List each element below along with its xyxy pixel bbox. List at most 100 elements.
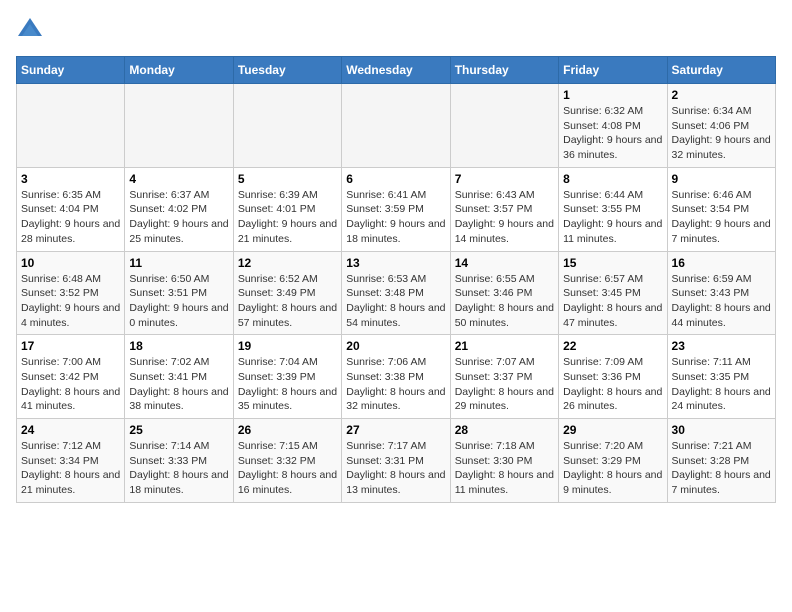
day-info: Sunrise: 6:55 AM Sunset: 3:46 PM Dayligh… <box>455 272 554 331</box>
day-number: 4 <box>129 172 228 186</box>
day-number: 30 <box>672 423 771 437</box>
day-info: Sunrise: 7:04 AM Sunset: 3:39 PM Dayligh… <box>238 355 337 414</box>
day-number: 18 <box>129 339 228 353</box>
day-info: Sunrise: 6:50 AM Sunset: 3:51 PM Dayligh… <box>129 272 228 331</box>
day-number: 8 <box>563 172 662 186</box>
day-number: 14 <box>455 256 554 270</box>
logo-icon <box>16 16 44 44</box>
day-cell: 17 Sunrise: 7:00 AM Sunset: 3:42 PM Dayli… <box>17 335 125 419</box>
day-number: 20 <box>346 339 445 353</box>
day-info: Sunrise: 6:35 AM Sunset: 4:04 PM Dayligh… <box>21 188 120 247</box>
day-cell: 7 Sunrise: 6:43 AM Sunset: 3:57 PM Daylig… <box>450 167 558 251</box>
day-number: 12 <box>238 256 337 270</box>
day-info: Sunrise: 7:07 AM Sunset: 3:37 PM Dayligh… <box>455 355 554 414</box>
day-cell: 10 Sunrise: 6:48 AM Sunset: 3:52 PM Dayli… <box>17 251 125 335</box>
day-number: 22 <box>563 339 662 353</box>
header-row: SundayMondayTuesdayWednesdayThursdayFrid… <box>17 57 776 84</box>
header-cell-thursday: Thursday <box>450 57 558 84</box>
day-cell: 8Sunrise: 6:44 AM Sunset: 3:55 PM Daylig… <box>559 167 667 251</box>
calendar-body: 1Sunrise: 6:32 AM Sunset: 4:08 PM Daylig… <box>17 84 776 503</box>
day-cell: 2 Sunrise: 6:34 AM Sunset: 4:06 PM Daylig… <box>667 84 775 168</box>
logo <box>16 16 48 44</box>
header-cell-wednesday: Wednesday <box>342 57 450 84</box>
day-number: 15 <box>563 256 662 270</box>
day-number: 17 <box>21 339 120 353</box>
day-info: Sunrise: 7:06 AM Sunset: 3:38 PM Dayligh… <box>346 355 445 414</box>
day-number: 26 <box>238 423 337 437</box>
day-cell <box>17 84 125 168</box>
day-info: Sunrise: 7:20 AM Sunset: 3:29 PM Dayligh… <box>563 439 662 498</box>
day-number: 25 <box>129 423 228 437</box>
day-number: 7 <box>455 172 554 186</box>
day-number: 27 <box>346 423 445 437</box>
day-info: Sunrise: 6:53 AM Sunset: 3:48 PM Dayligh… <box>346 272 445 331</box>
day-info: Sunrise: 7:18 AM Sunset: 3:30 PM Dayligh… <box>455 439 554 498</box>
day-info: Sunrise: 7:12 AM Sunset: 3:34 PM Dayligh… <box>21 439 120 498</box>
day-info: Sunrise: 7:15 AM Sunset: 3:32 PM Dayligh… <box>238 439 337 498</box>
day-number: 2 <box>672 88 771 102</box>
day-cell: 11Sunrise: 6:50 AM Sunset: 3:51 PM Dayli… <box>125 251 233 335</box>
day-info: Sunrise: 6:39 AM Sunset: 4:01 PM Dayligh… <box>238 188 337 247</box>
day-number: 24 <box>21 423 120 437</box>
day-number: 23 <box>672 339 771 353</box>
header-cell-saturday: Saturday <box>667 57 775 84</box>
week-row: 1Sunrise: 6:32 AM Sunset: 4:08 PM Daylig… <box>17 84 776 168</box>
week-row: 24 Sunrise: 7:12 AM Sunset: 3:34 PM Dayli… <box>17 419 776 503</box>
day-cell: 15 Sunrise: 6:57 AM Sunset: 3:45 PM Dayli… <box>559 251 667 335</box>
day-cell: 1Sunrise: 6:32 AM Sunset: 4:08 PM Daylig… <box>559 84 667 168</box>
day-cell: 26 Sunrise: 7:15 AM Sunset: 3:32 PM Dayli… <box>233 419 341 503</box>
day-cell: 28Sunrise: 7:18 AM Sunset: 3:30 PM Dayli… <box>450 419 558 503</box>
week-row: 3 Sunrise: 6:35 AM Sunset: 4:04 PM Daylig… <box>17 167 776 251</box>
day-info: Sunrise: 6:46 AM Sunset: 3:54 PM Dayligh… <box>672 188 771 247</box>
day-cell: 24 Sunrise: 7:12 AM Sunset: 3:34 PM Dayli… <box>17 419 125 503</box>
day-info: Sunrise: 7:02 AM Sunset: 3:41 PM Dayligh… <box>129 355 228 414</box>
day-info: Sunrise: 7:00 AM Sunset: 3:42 PM Dayligh… <box>21 355 120 414</box>
day-cell: 19 Sunrise: 7:04 AM Sunset: 3:39 PM Dayli… <box>233 335 341 419</box>
week-row: 10 Sunrise: 6:48 AM Sunset: 3:52 PM Dayli… <box>17 251 776 335</box>
day-number: 16 <box>672 256 771 270</box>
header-cell-friday: Friday <box>559 57 667 84</box>
calendar-header: SundayMondayTuesdayWednesdayThursdayFrid… <box>17 57 776 84</box>
day-cell: 12 Sunrise: 6:52 AM Sunset: 3:49 PM Dayli… <box>233 251 341 335</box>
day-info: Sunrise: 7:17 AM Sunset: 3:31 PM Dayligh… <box>346 439 445 498</box>
page-header <box>16 16 776 44</box>
day-cell: 3 Sunrise: 6:35 AM Sunset: 4:04 PM Daylig… <box>17 167 125 251</box>
day-cell: 30 Sunrise: 7:21 AM Sunset: 3:28 PM Dayli… <box>667 419 775 503</box>
day-cell <box>233 84 341 168</box>
day-info: Sunrise: 7:21 AM Sunset: 3:28 PM Dayligh… <box>672 439 771 498</box>
day-number: 19 <box>238 339 337 353</box>
day-cell: 21 Sunrise: 7:07 AM Sunset: 3:37 PM Dayli… <box>450 335 558 419</box>
day-cell: 5Sunrise: 6:39 AM Sunset: 4:01 PM Daylig… <box>233 167 341 251</box>
day-info: Sunrise: 6:57 AM Sunset: 3:45 PM Dayligh… <box>563 272 662 331</box>
day-info: Sunrise: 6:59 AM Sunset: 3:43 PM Dayligh… <box>672 272 771 331</box>
day-info: Sunrise: 6:34 AM Sunset: 4:06 PM Dayligh… <box>672 104 771 163</box>
day-number: 9 <box>672 172 771 186</box>
day-cell: 9 Sunrise: 6:46 AM Sunset: 3:54 PM Daylig… <box>667 167 775 251</box>
day-number: 3 <box>21 172 120 186</box>
week-row: 17 Sunrise: 7:00 AM Sunset: 3:42 PM Dayli… <box>17 335 776 419</box>
day-cell: 13Sunrise: 6:53 AM Sunset: 3:48 PM Dayli… <box>342 251 450 335</box>
day-number: 1 <box>563 88 662 102</box>
day-info: Sunrise: 6:37 AM Sunset: 4:02 PM Dayligh… <box>129 188 228 247</box>
day-cell: 27 Sunrise: 7:17 AM Sunset: 3:31 PM Dayli… <box>342 419 450 503</box>
header-cell-monday: Monday <box>125 57 233 84</box>
day-cell <box>450 84 558 168</box>
day-number: 21 <box>455 339 554 353</box>
day-info: Sunrise: 6:48 AM Sunset: 3:52 PM Dayligh… <box>21 272 120 331</box>
day-number: 10 <box>21 256 120 270</box>
day-number: 6 <box>346 172 445 186</box>
day-info: Sunrise: 6:41 AM Sunset: 3:59 PM Dayligh… <box>346 188 445 247</box>
day-cell <box>125 84 233 168</box>
day-cell: 22 Sunrise: 7:09 AM Sunset: 3:36 PM Dayli… <box>559 335 667 419</box>
day-info: Sunrise: 6:52 AM Sunset: 3:49 PM Dayligh… <box>238 272 337 331</box>
day-info: Sunrise: 7:14 AM Sunset: 3:33 PM Dayligh… <box>129 439 228 498</box>
day-cell: 6 Sunrise: 6:41 AM Sunset: 3:59 PM Daylig… <box>342 167 450 251</box>
day-info: Sunrise: 7:09 AM Sunset: 3:36 PM Dayligh… <box>563 355 662 414</box>
day-cell: 20 Sunrise: 7:06 AM Sunset: 3:38 PM Dayli… <box>342 335 450 419</box>
day-cell <box>342 84 450 168</box>
day-info: Sunrise: 6:43 AM Sunset: 3:57 PM Dayligh… <box>455 188 554 247</box>
calendar: SundayMondayTuesdayWednesdayThursdayFrid… <box>16 56 776 503</box>
header-cell-sunday: Sunday <box>17 57 125 84</box>
day-cell: 29Sunrise: 7:20 AM Sunset: 3:29 PM Dayli… <box>559 419 667 503</box>
day-cell: 14 Sunrise: 6:55 AM Sunset: 3:46 PM Dayli… <box>450 251 558 335</box>
